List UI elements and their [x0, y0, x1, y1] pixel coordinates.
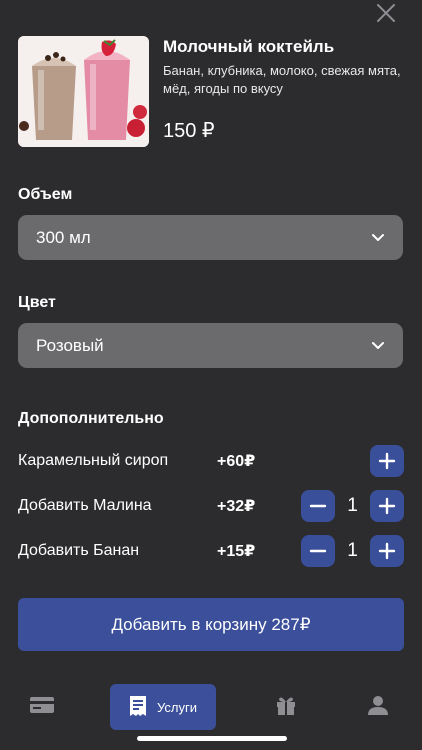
plus-button[interactable] [370, 490, 404, 522]
chevron-down-icon [371, 336, 385, 356]
nav-item-services[interactable]: Услуги [110, 684, 216, 730]
add-to-cart-label: Добавить в корзину 287₽ [111, 614, 311, 634]
nav-item-gift[interactable] [264, 684, 308, 730]
plus-button[interactable] [370, 535, 404, 567]
extra-item: Добавить Банан +15₽ 1 [18, 535, 404, 567]
color-label: Цвет [18, 294, 56, 311]
quantity-value: 1 [347, 540, 358, 561]
extra-name: Добавить Малина [18, 497, 152, 514]
close-icon[interactable] [376, 3, 396, 23]
add-to-cart-button[interactable]: Добавить в корзину 287₽ [18, 598, 404, 651]
nav-item-profile[interactable] [356, 684, 400, 730]
color-select[interactable]: Розовый [18, 323, 403, 368]
chevron-down-icon [371, 228, 385, 248]
volume-label: Объем [18, 186, 73, 203]
quantity-value: 1 [347, 495, 358, 516]
extra-price: +60₽ [217, 453, 256, 470]
minus-button[interactable] [301, 490, 335, 522]
extra-name: Добавить Банан [18, 542, 140, 559]
extra-price: +32₽ [217, 498, 256, 515]
extras-label: Допополнительно [18, 410, 164, 427]
extra-item: Добавить Малина +32₽ 1 [18, 490, 404, 522]
minus-button[interactable] [301, 535, 335, 567]
product-price: 150 ₽ [163, 120, 215, 142]
user-icon [367, 694, 389, 721]
receipt-icon [129, 695, 147, 720]
plus-button[interactable] [370, 445, 404, 477]
extra-name: Карамельный сироп [18, 452, 169, 469]
card-icon [29, 695, 55, 720]
product-image [18, 36, 149, 147]
product-description: Банан, клубника, молоко, свежая мята, мё… [163, 63, 401, 96]
home-indicator [137, 736, 287, 741]
volume-select[interactable]: 300 мл [18, 215, 403, 260]
nav-item-card[interactable] [20, 684, 64, 730]
extra-price: +15₽ [217, 543, 256, 560]
nav-item-label: Услуги [157, 699, 197, 715]
volume-value: 300 мл [36, 227, 91, 247]
gift-icon [275, 694, 297, 721]
extra-item: Карамельный сироп +60₽ [18, 445, 404, 477]
color-value: Розовый [36, 335, 104, 355]
product-title: Молочный коктейль [163, 37, 335, 56]
